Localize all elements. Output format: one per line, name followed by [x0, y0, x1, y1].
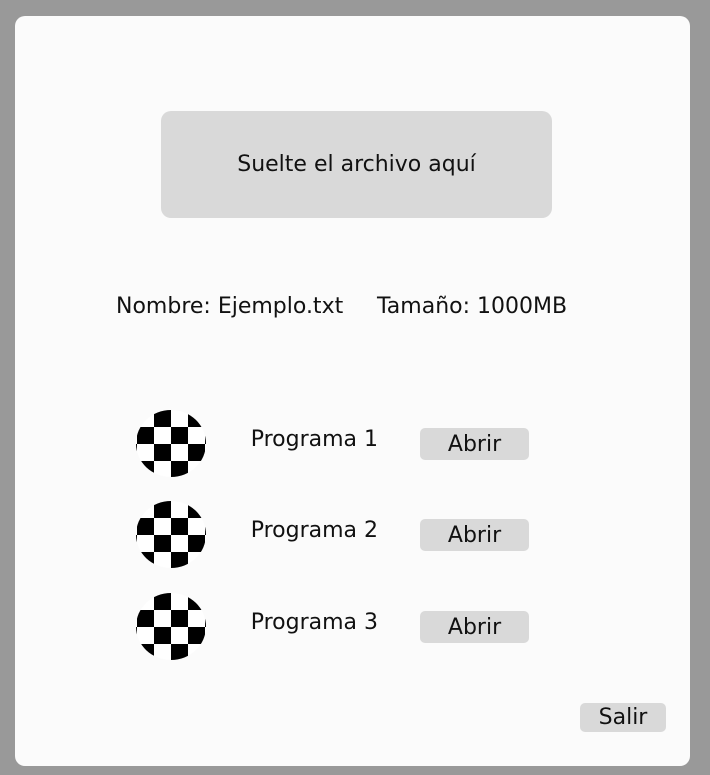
open-program-2-button[interactable]: Abrir	[420, 519, 529, 551]
open-program-3-button[interactable]: Abrir	[420, 611, 529, 643]
checkered-circle-icon	[136, 593, 206, 660]
exit-button[interactable]: Salir	[580, 703, 666, 732]
checkered-circle-icon	[136, 410, 206, 477]
drop-zone-label: Suelte el archivo aquí	[237, 152, 476, 177]
program-label: Programa 2	[250, 518, 378, 543]
program-row-2: Programa 2 Abrir	[15, 501, 690, 571]
open-program-1-button[interactable]: Abrir	[420, 428, 529, 460]
program-row-3: Programa 3 Abrir	[15, 593, 690, 663]
file-drop-zone[interactable]: Suelte el archivo aquí	[161, 111, 552, 218]
dialog-window: Suelte el archivo aquí Nombre: Ejemplo.t…	[15, 16, 690, 766]
program-row-1: Programa 1 Abrir	[15, 410, 690, 480]
open-button-label: Abrir	[447, 614, 502, 640]
program-label: Programa 1	[250, 427, 378, 452]
open-button-label: Abrir	[447, 522, 502, 548]
checkered-circle-icon	[136, 501, 206, 568]
program-label: Programa 3	[250, 610, 378, 635]
open-button-label: Abrir	[447, 431, 502, 457]
file-size-text: Tamaño: 1000MB	[377, 294, 568, 319]
file-name-text: Nombre: Ejemplo.txt	[116, 294, 344, 319]
exit-button-label: Salir	[598, 705, 648, 730]
